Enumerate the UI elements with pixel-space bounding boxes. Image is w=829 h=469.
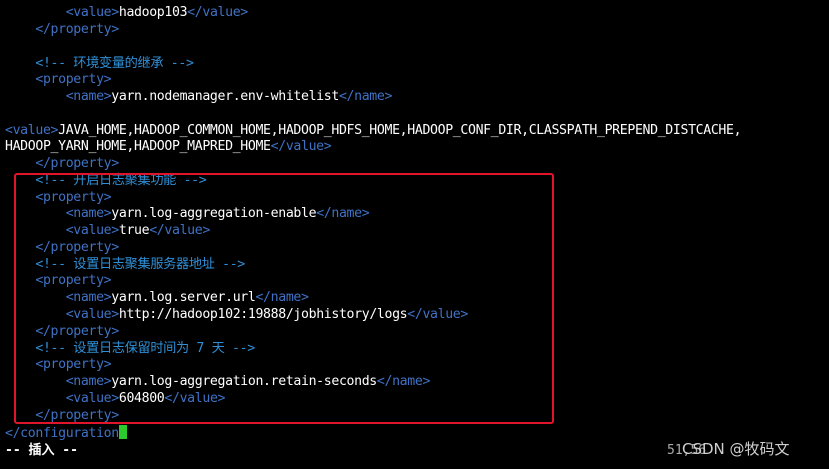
xml-tag: </property>	[35, 156, 119, 171]
code-line[interactable]: </property>	[5, 156, 119, 172]
xml-tag: </property>	[35, 22, 119, 37]
vim-mode-indicator: -- 插入 --	[5, 443, 78, 458]
code-line[interactable]: </property>	[5, 22, 119, 38]
xml-tag: </value>	[270, 139, 332, 154]
xml-text: HADOOP_YARN_HOME,HADOOP_MAPRED_HOME	[5, 139, 271, 154]
xml-text	[5, 5, 66, 20]
xml-tag: <value>	[65, 5, 119, 20]
xml-text	[5, 56, 35, 71]
xml-tag: <name>	[65, 89, 112, 104]
xml-text: yarn.nodemanager.env-whitelist	[111, 89, 339, 104]
terminal-window[interactable]: <value>hadoop103</value> </property> <!-…	[0, 0, 829, 469]
code-line[interactable]: <value>JAVA_HOME,HADOOP_COMMON_HOME,HADO…	[5, 123, 742, 139]
code-line[interactable]: </configuration	[5, 425, 127, 441]
xml-tag: <value>	[5, 123, 59, 138]
xml-tag: </name>	[338, 89, 393, 104]
xml-tag: </value>	[187, 5, 248, 20]
xml-text: JAVA_HOME,HADOOP_COMMON_HOME,HADOOP_HDFS…	[58, 123, 742, 138]
xml-tag: </configuration	[5, 426, 119, 441]
code-line[interactable]: <property>	[5, 72, 111, 88]
xml-comment: <!-- 环境变量的继承 -->	[35, 56, 194, 71]
xml-tag: <property>	[35, 72, 112, 87]
xml-text	[5, 72, 35, 87]
xml-text: hadoop103	[118, 5, 188, 20]
code-line[interactable]: <value>hadoop103</value>	[5, 5, 249, 21]
xml-text	[5, 89, 66, 104]
xml-text	[5, 22, 35, 37]
highlight-box	[14, 173, 554, 424]
code-line[interactable]: <name>yarn.nodemanager.env-whitelist</na…	[5, 89, 393, 105]
text-cursor	[118, 425, 127, 439]
code-line[interactable]: HADOOP_YARN_HOME,HADOOP_MAPRED_HOME</val…	[5, 139, 332, 155]
code-line[interactable]: <!-- 环境变量的继承 -->	[5, 56, 194, 72]
xml-text	[5, 156, 35, 171]
watermark: CSDN @牧码文	[682, 440, 790, 458]
